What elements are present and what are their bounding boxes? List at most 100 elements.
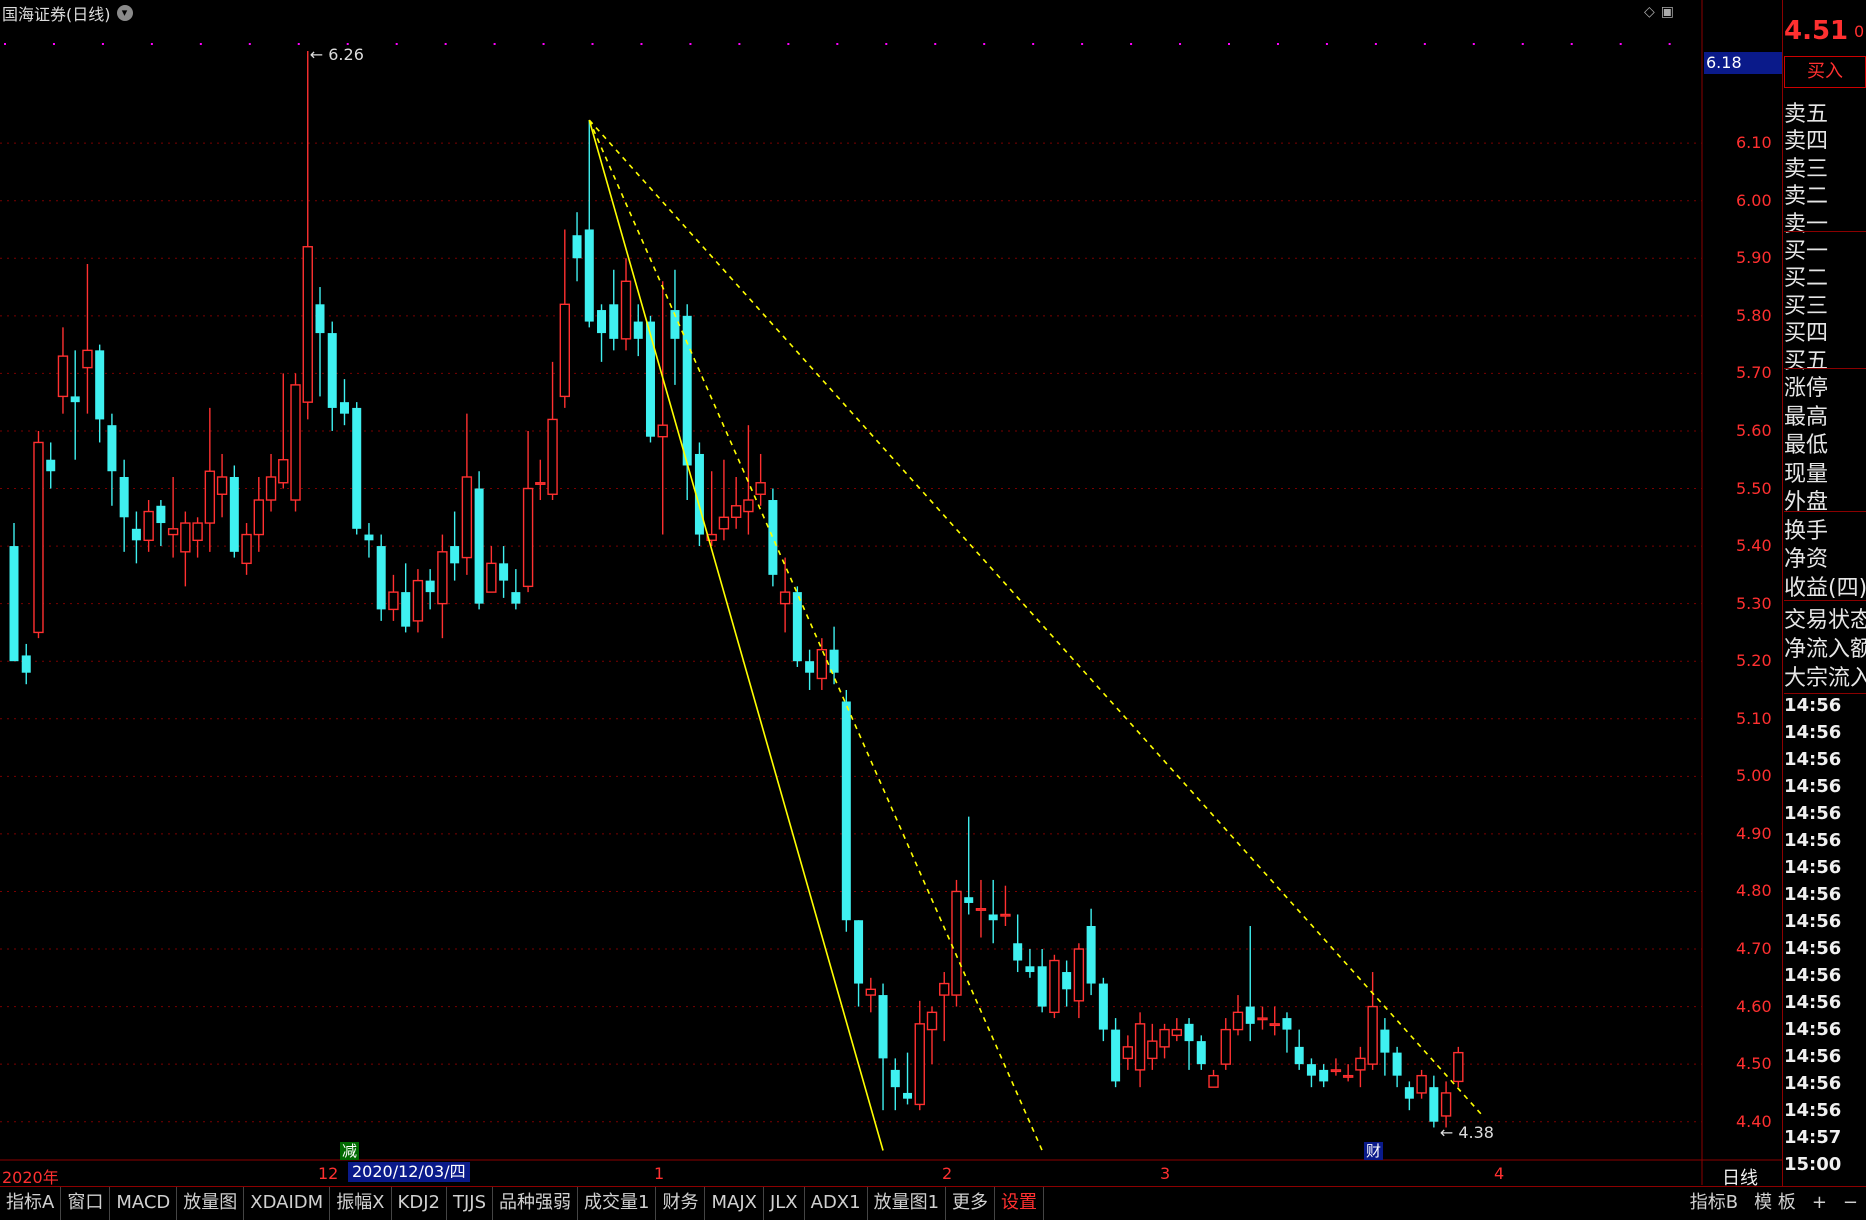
indicator-tab[interactable]: 窗口 bbox=[61, 1187, 111, 1220]
stat-label: 收益(四) bbox=[1784, 575, 1866, 601]
candle-body-up bbox=[57, 355, 69, 398]
low-annotation: ← 4.38 bbox=[1439, 1123, 1494, 1143]
price-tick-label: 5.40 bbox=[1736, 536, 1772, 556]
candle-body-down bbox=[841, 701, 851, 921]
marker-dot bbox=[101, 43, 104, 45]
candle-body-up bbox=[302, 246, 313, 403]
marker-dot bbox=[640, 43, 643, 45]
date-label-mar: 3 bbox=[1160, 1164, 1171, 1183]
price-tick-label: 5.70 bbox=[1736, 363, 1772, 383]
candle-body-up bbox=[522, 487, 534, 588]
template-tab[interactable]: + bbox=[1804, 1187, 1835, 1219]
candle-body-up bbox=[1000, 913, 1011, 917]
marker-dot bbox=[1521, 43, 1524, 45]
candle-body-down bbox=[1184, 1023, 1194, 1042]
candle-body-down bbox=[131, 528, 141, 541]
candle-body-up bbox=[412, 579, 424, 622]
stat-label: 换手 bbox=[1784, 518, 1829, 544]
candle-body-up bbox=[82, 349, 93, 369]
candle-body-up bbox=[167, 528, 179, 536]
candle-body-up bbox=[926, 1011, 938, 1031]
candle-body-down bbox=[1111, 1029, 1121, 1082]
indicator-tab[interactable]: MAJX bbox=[705, 1187, 764, 1220]
marker-dot bbox=[199, 43, 202, 45]
candle-body-up bbox=[290, 384, 301, 501]
stat-label: 现量 bbox=[1784, 461, 1829, 487]
candle-body-down bbox=[1037, 966, 1047, 1007]
candle-body-down bbox=[1429, 1087, 1439, 1122]
candle-body-down bbox=[156, 505, 166, 524]
marker-dot bbox=[1423, 43, 1426, 45]
candle-body-down bbox=[474, 488, 484, 604]
reduce-badge[interactable]: 减 bbox=[340, 1142, 360, 1160]
chevron-down-icon[interactable]: ▾ bbox=[116, 5, 133, 21]
template-tab[interactable]: 指标B bbox=[1682, 1187, 1746, 1219]
buy-button[interactable]: 买入 bbox=[1784, 56, 1866, 88]
candle-body-up bbox=[975, 908, 987, 911]
indicator-tab[interactable]: 财务 bbox=[656, 1187, 706, 1220]
marker-dot bbox=[4, 43, 6, 45]
diamond-icon[interactable]: ◇ bbox=[1644, 4, 1655, 20]
indicator-tab[interactable]: MACD bbox=[110, 1187, 178, 1220]
tick-time: 14:56 bbox=[1784, 884, 1842, 905]
date-axis: 2020年 12 1 2 3 4 bbox=[0, 1162, 1702, 1187]
trendline bbox=[588, 119, 1043, 1151]
marker-dot bbox=[444, 43, 447, 45]
indicator-tab[interactable]: XDAIDM bbox=[244, 1187, 331, 1220]
marker-dot bbox=[1130, 43, 1133, 45]
template-tab[interactable]: 模 板 bbox=[1746, 1187, 1804, 1219]
marker-dot bbox=[934, 43, 937, 45]
indicator-tab[interactable]: TJJS bbox=[447, 1187, 494, 1220]
indicator-tab[interactable]: 放量图 bbox=[177, 1187, 245, 1220]
indicator-tab[interactable]: ADX1 bbox=[805, 1187, 868, 1220]
tick-time: 15:00 bbox=[1784, 1154, 1842, 1175]
candle-body-down bbox=[829, 649, 839, 673]
price-tick-label: 5.10 bbox=[1736, 708, 1772, 728]
candle-body-up bbox=[755, 482, 766, 495]
indicator-tab[interactable]: 设置 bbox=[995, 1187, 1045, 1220]
indicator-tab[interactable]: 指标A bbox=[0, 1187, 62, 1220]
tick-time: 14:56 bbox=[1784, 749, 1842, 770]
indicator-tab[interactable]: 成交量1 bbox=[578, 1187, 657, 1220]
indicator-tab[interactable]: 品种强弱 bbox=[493, 1187, 579, 1220]
stat-label: 净流入额 bbox=[1784, 637, 1866, 662]
candlestick-chart[interactable] bbox=[0, 0, 1866, 1219]
trendline bbox=[588, 119, 1484, 1117]
candle-body-down bbox=[352, 407, 362, 529]
candle-body-up bbox=[865, 988, 876, 996]
price-tick-label: 4.90 bbox=[1736, 823, 1772, 843]
candle-body-down bbox=[805, 661, 815, 673]
finance-badge[interactable]: 财 bbox=[1364, 1142, 1384, 1160]
candle-body-down bbox=[1025, 966, 1035, 973]
marker-dot bbox=[150, 43, 153, 45]
candle-body-up bbox=[180, 522, 191, 553]
last-price-suffix: 0 bbox=[1854, 22, 1865, 41]
tick-time: 14:56 bbox=[1784, 938, 1842, 959]
candle-body-down bbox=[364, 534, 374, 541]
candle-body-up bbox=[730, 505, 742, 518]
tick-time: 14:56 bbox=[1784, 992, 1842, 1013]
indicator-tab[interactable]: KDJ2 bbox=[392, 1187, 447, 1220]
candle-body-down bbox=[890, 1069, 900, 1088]
candle-body-up bbox=[437, 551, 448, 605]
marker-dot bbox=[836, 43, 839, 45]
marker-dot bbox=[1032, 43, 1035, 45]
candle-body-down bbox=[499, 563, 509, 581]
template-tab[interactable]: − bbox=[1835, 1187, 1866, 1219]
candle-body-down bbox=[511, 592, 521, 604]
indicator-tab[interactable]: 放量图1 bbox=[868, 1187, 947, 1220]
indicator-tab[interactable]: JLX bbox=[764, 1187, 805, 1220]
candle-body-down bbox=[584, 229, 594, 322]
candle-body-down bbox=[376, 546, 386, 610]
candle-body-up bbox=[1330, 1069, 1342, 1073]
candle-body-up bbox=[388, 591, 399, 611]
restore-icon[interactable]: ▣ bbox=[1661, 4, 1674, 20]
indicator-tab[interactable]: 振幅X bbox=[330, 1187, 392, 1220]
indicator-tab[interactable]: 更多 bbox=[946, 1187, 996, 1220]
price-tick-label: 5.90 bbox=[1736, 248, 1772, 268]
stat-label: 大宗流入 bbox=[1784, 666, 1866, 691]
marker-dot bbox=[248, 43, 251, 45]
candle-body-up bbox=[1134, 1023, 1146, 1071]
tick-time: 14:56 bbox=[1784, 830, 1842, 851]
stat-label: 最低 bbox=[1784, 433, 1829, 458]
